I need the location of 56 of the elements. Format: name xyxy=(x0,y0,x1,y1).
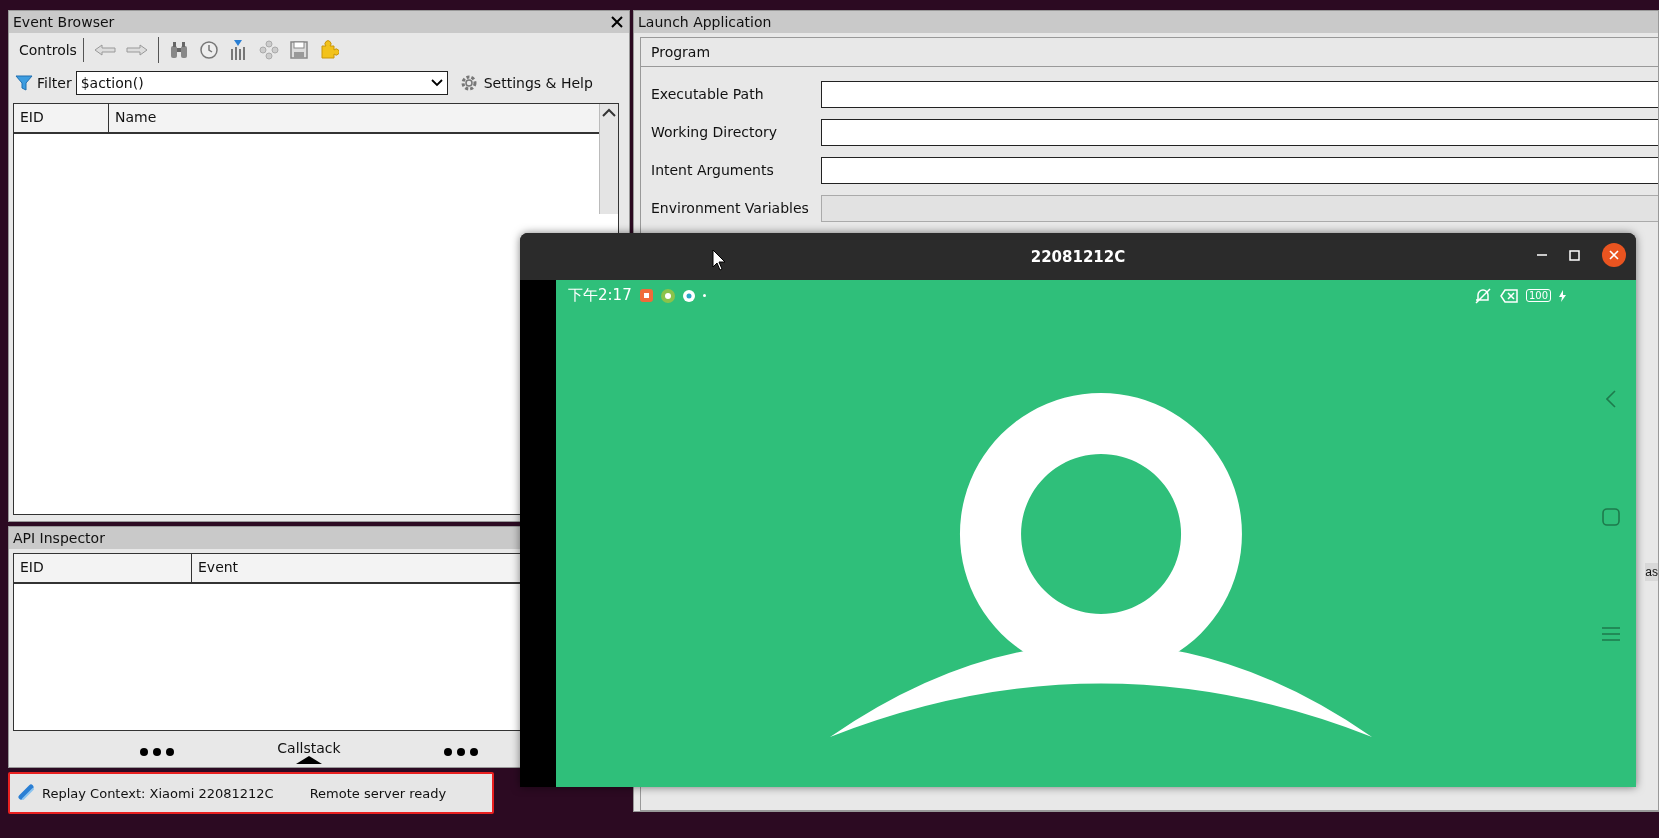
app-notification-icon xyxy=(660,288,675,303)
puzzle-icon[interactable] xyxy=(318,40,339,60)
back-icon[interactable] xyxy=(1606,390,1616,408)
chevron-up-icon[interactable] xyxy=(602,108,616,118)
column-header[interactable]: Event xyxy=(192,554,245,582)
field-label: as xyxy=(1645,563,1658,581)
input-field[interactable] xyxy=(821,80,1658,108)
dot-icon xyxy=(702,294,706,297)
clock-icon[interactable] xyxy=(198,40,219,60)
more-dots-icon[interactable] xyxy=(444,748,478,756)
column-header[interactable]: EID xyxy=(14,104,109,132)
sim-off-icon xyxy=(1499,288,1518,303)
right-arrow-icon[interactable] xyxy=(125,44,148,56)
server-status-text: Remote server ready xyxy=(309,785,447,801)
column-header[interactable]: Name xyxy=(109,104,163,132)
filter-label: Filter xyxy=(37,75,72,91)
window-title: 22081212C xyxy=(1030,247,1126,266)
app-notification-icon xyxy=(639,289,653,302)
filter-icon xyxy=(15,74,33,92)
maximize-button[interactable] xyxy=(1569,249,1580,261)
field-label: Intent Arguments xyxy=(651,162,775,178)
scrollbar[interactable] xyxy=(599,104,618,214)
up-triangle-icon[interactable] xyxy=(296,756,322,764)
binoculars-icon[interactable] xyxy=(168,40,189,60)
app-notification-icon xyxy=(682,289,695,302)
save-icon[interactable] xyxy=(288,40,309,60)
replay-context-text: Replay Context: Xiaomi 22081212C xyxy=(42,785,274,801)
close-icon xyxy=(1609,250,1619,260)
panel-title: Launch Application xyxy=(638,14,772,30)
mouse-cursor-icon xyxy=(712,249,726,271)
muted-bell-icon xyxy=(1473,287,1492,304)
controls-tab[interactable]: Controls xyxy=(13,38,84,62)
settings-help-link[interactable]: Settings & Help xyxy=(483,75,593,91)
callstack-label[interactable]: Callstack xyxy=(277,740,341,756)
field-label: Environment Variables xyxy=(651,200,810,216)
home-icon[interactable] xyxy=(1602,508,1620,526)
column-header[interactable]: EID xyxy=(14,554,192,582)
phone-time: 下午2:17 xyxy=(568,286,632,305)
more-dots-icon[interactable] xyxy=(140,748,174,756)
section-title: Program xyxy=(641,38,1658,67)
input-field[interactable] xyxy=(821,156,1658,184)
panel-title: API Inspector xyxy=(13,530,105,546)
charging-icon xyxy=(1559,289,1566,302)
maximize-icon xyxy=(1569,249,1580,261)
left-arrow-icon[interactable] xyxy=(93,44,116,56)
close-button[interactable] xyxy=(1602,243,1626,267)
input-field[interactable] xyxy=(821,118,1658,146)
battery-level: 100 xyxy=(1525,289,1551,302)
field-label: Working Directory xyxy=(651,124,779,140)
field-label: Executable Path xyxy=(651,86,765,102)
filter-dropdown[interactable]: $action() xyxy=(75,71,448,95)
panel-title: Event Browser xyxy=(13,14,115,30)
minimize-icon xyxy=(1537,254,1547,256)
chevron-down-icon xyxy=(430,79,443,87)
close-icon[interactable] xyxy=(611,16,623,28)
settings-icon[interactable] xyxy=(459,74,478,92)
